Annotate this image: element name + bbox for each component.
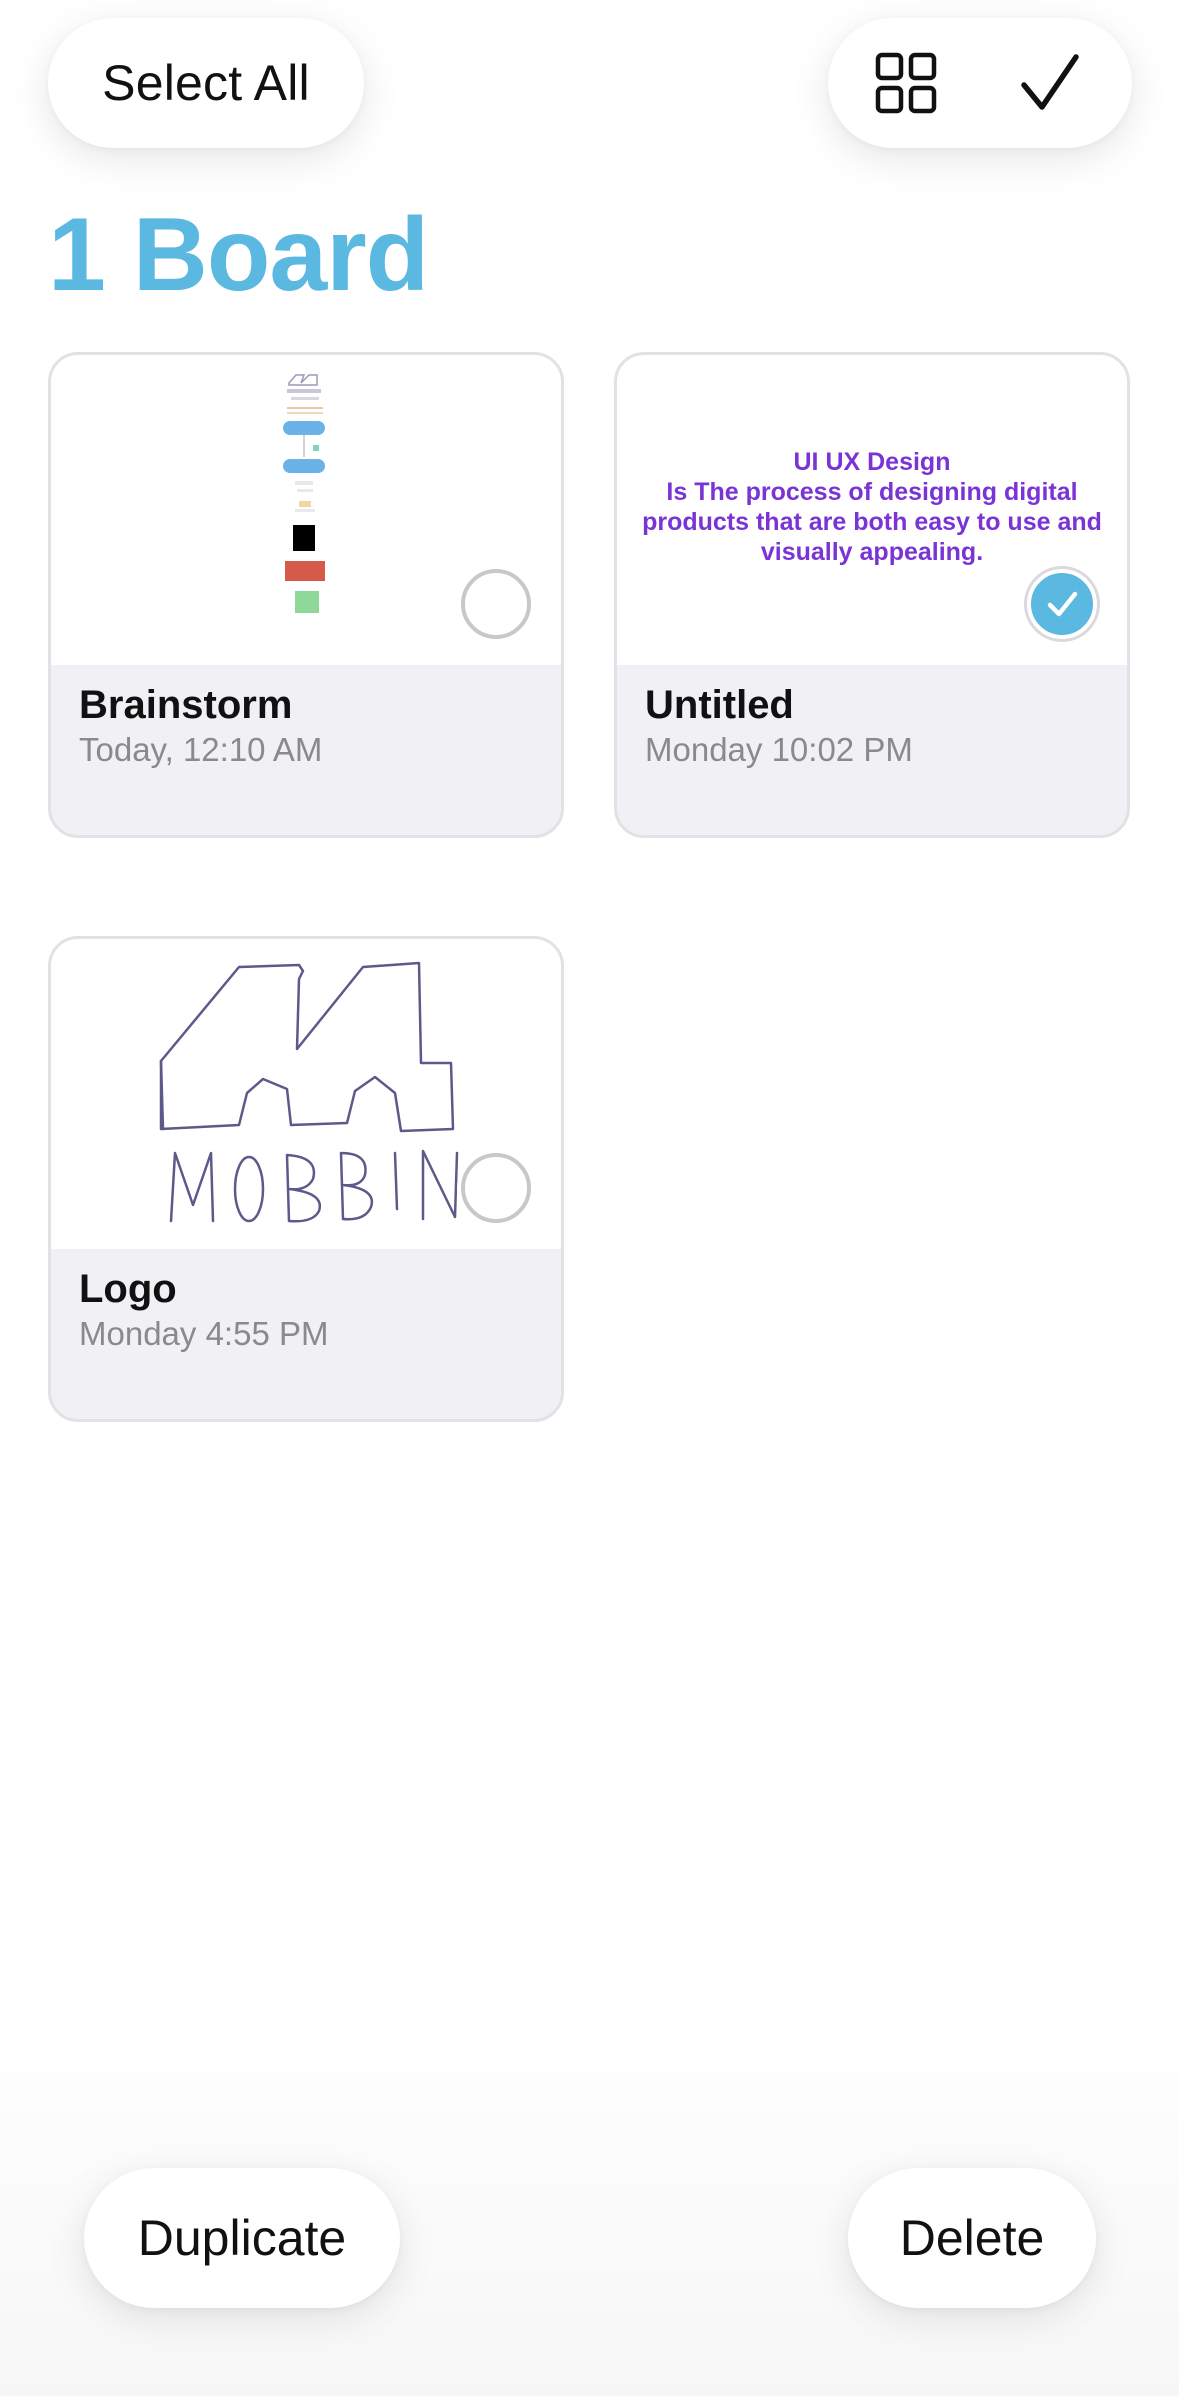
delete-label: Delete <box>899 2210 1045 2266</box>
grid-icon[interactable] <box>866 43 946 123</box>
board-date: Monday 10:02 PM <box>645 731 913 768</box>
selection-radio-checked[interactable] <box>1027 569 1097 639</box>
duplicate-label: Duplicate <box>137 2210 347 2266</box>
board-card-brainstorm[interactable]: Brainstorm Today, 12:10 AM <box>48 352 564 838</box>
board-title: Brainstorm <box>79 683 293 727</box>
board-date: Monday 4:55 PM <box>79 1315 329 1352</box>
selection-radio[interactable] <box>461 569 531 639</box>
delete-button[interactable]: Delete <box>848 2168 1096 2308</box>
thumbnail-line: UI UX Design <box>793 448 951 476</box>
toolbar-right-group <box>828 18 1132 148</box>
thumbnail-line: visually appealing. <box>760 538 984 566</box>
selection-radio[interactable] <box>461 1153 531 1223</box>
duplicate-button[interactable]: Duplicate <box>84 2168 400 2308</box>
thumbnail-line: products that are both easy to use and <box>642 508 1102 536</box>
select-all-button[interactable]: Select All <box>48 18 364 148</box>
board-card-logo[interactable]: Logo Monday 4:55 PM <box>48 936 564 1422</box>
thumbnail-text: UI UX Design Is The process of designing… <box>637 447 1107 567</box>
thumbnail-line: Is The process of designing digital <box>666 478 1078 506</box>
board-title: Logo <box>79 1267 177 1311</box>
checkmark-icon[interactable] <box>1010 43 1090 123</box>
board-title: Untitled <box>645 683 794 727</box>
board-card-untitled[interactable]: UI UX Design Is The process of designing… <box>614 352 1130 838</box>
checkmark-icon <box>1047 591 1078 617</box>
board-date: Today, 12:10 AM <box>79 731 323 768</box>
select-all-label: Select All <box>102 55 310 111</box>
page-title: 1 Board <box>48 197 429 313</box>
